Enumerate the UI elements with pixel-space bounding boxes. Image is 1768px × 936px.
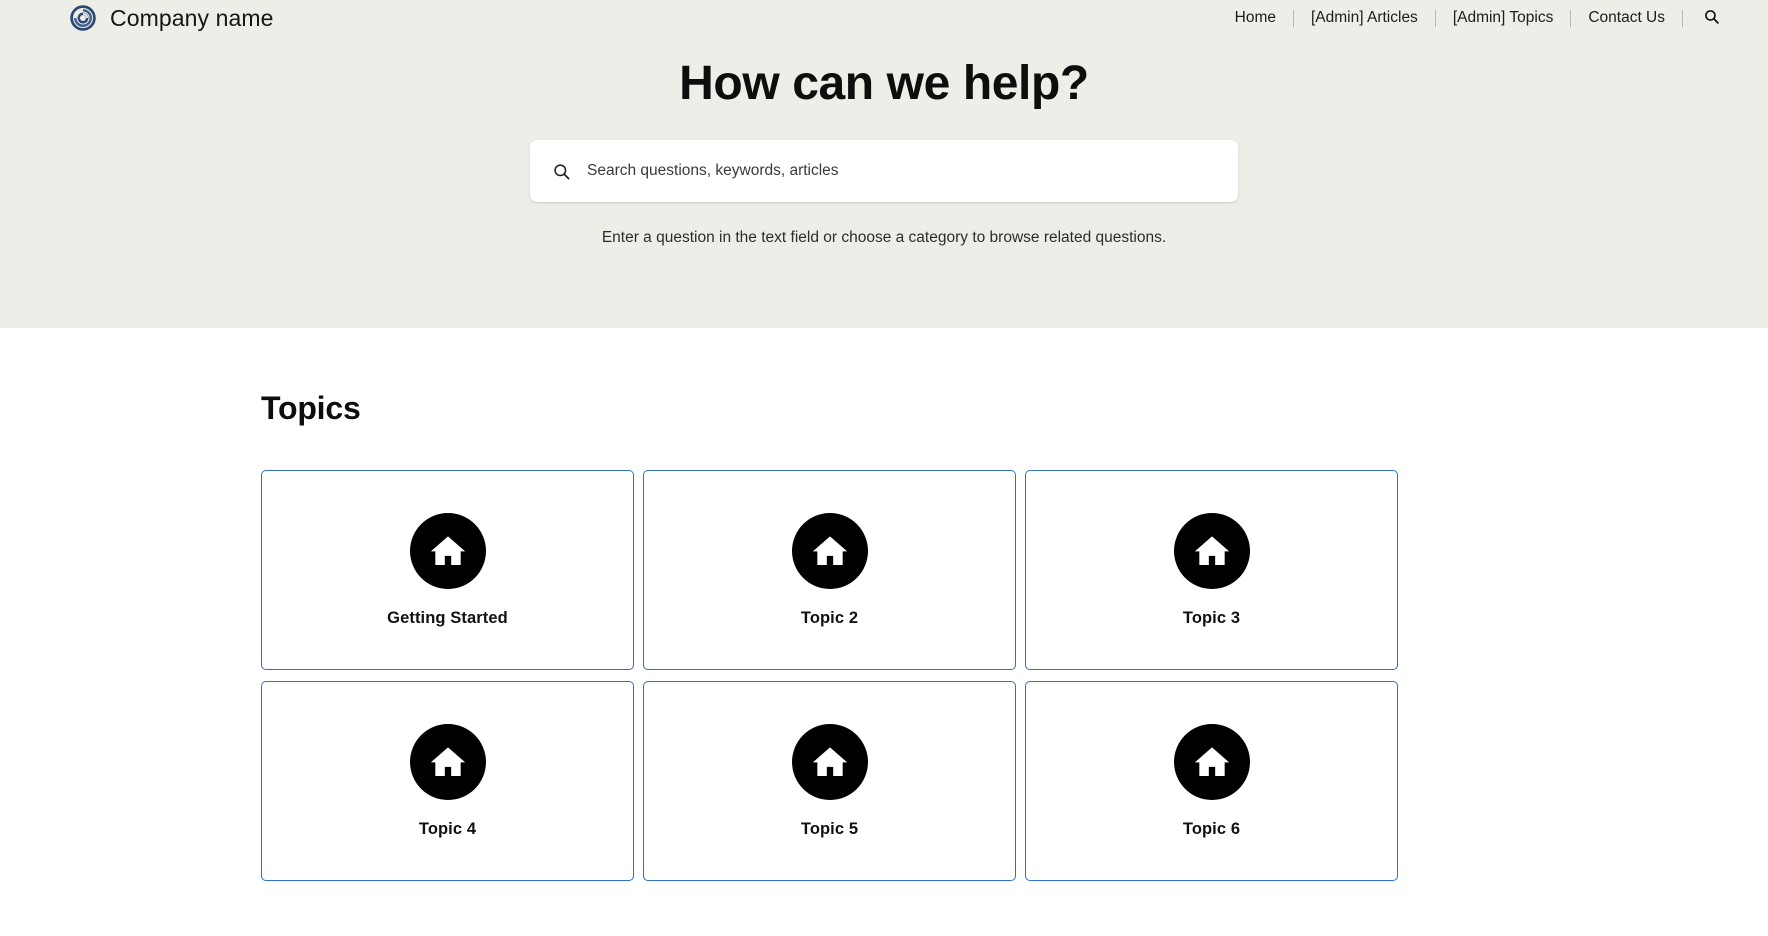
topic-card-label: Topic 2: [800, 608, 859, 627]
topic-card-label: Topic 5: [800, 819, 859, 838]
search-icon: [1703, 8, 1720, 28]
home-icon: [409, 512, 486, 589]
topic-card[interactable]: Topic 5: [643, 681, 1016, 881]
page-title: How can we help?: [679, 57, 1089, 110]
topic-card-label: Getting Started: [387, 608, 508, 627]
topics-grid: Getting Started Topic 2 Topic 3 Topic 4 …: [261, 470, 1398, 881]
header-search-button[interactable]: [1683, 8, 1728, 28]
top-navigation-bar: Company name Home [Admin] Articles [Admi…: [0, 0, 1768, 36]
topic-card-label: Topic 3: [1182, 608, 1241, 627]
search-icon: [552, 162, 571, 181]
main-navigation: Home [Admin] Articles [Admin] Topics Con…: [1218, 8, 1728, 28]
brand-home-link[interactable]: Company name: [70, 5, 274, 31]
home-icon: [1173, 723, 1250, 800]
topic-card[interactable]: Getting Started: [261, 470, 634, 670]
home-icon: [409, 723, 486, 800]
hero-section: Company name Home [Admin] Articles [Admi…: [0, 0, 1768, 328]
topics-heading: Topics: [261, 390, 361, 426]
topic-card[interactable]: Topic 2: [643, 470, 1016, 670]
hero-helper-text: Enter a question in the text field or ch…: [601, 229, 1167, 247]
hero-search-box[interactable]: [530, 140, 1238, 203]
nav-item-home[interactable]: Home: [1218, 10, 1293, 26]
nav-item-admin-topics[interactable]: [Admin] Topics: [1436, 10, 1571, 26]
swirl-circle-logo-icon: [70, 5, 96, 31]
home-icon: [791, 723, 868, 800]
nav-item-contact-us[interactable]: Contact Us: [1571, 10, 1682, 26]
nav-item-admin-articles[interactable]: [Admin] Articles: [1294, 10, 1435, 26]
topics-section: Topics Getting Started Topic 2 Topic 3 T…: [0, 328, 1768, 881]
home-icon: [1173, 512, 1250, 589]
topic-card[interactable]: Topic 3: [1025, 470, 1398, 670]
topic-card[interactable]: Topic 6: [1025, 681, 1398, 881]
topic-card-label: Topic 6: [1182, 819, 1241, 838]
topic-card-label: Topic 4: [418, 819, 477, 838]
brand-name-text: Company name: [110, 4, 274, 31]
topic-card[interactable]: Topic 4: [261, 681, 634, 881]
home-icon: [791, 512, 868, 589]
search-input[interactable]: [587, 140, 1216, 203]
